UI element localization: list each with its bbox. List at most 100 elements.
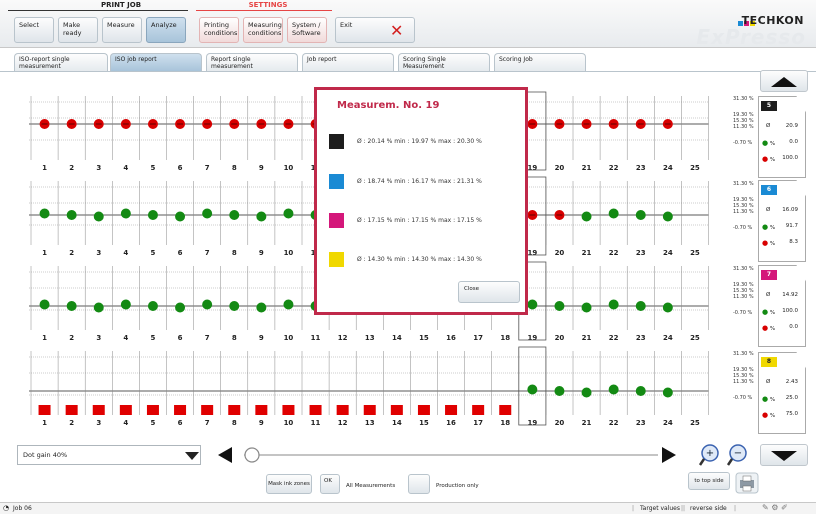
- tab-scoring-single[interactable]: Scoring Single Measurement: [398, 53, 490, 71]
- measurement-dot-green: [93, 302, 104, 313]
- tab-iso-report-single[interactable]: ISO-report single measurement: [14, 53, 108, 71]
- card-average-row: Ø 14.92: [762, 292, 804, 298]
- zone-number: 3: [96, 419, 101, 427]
- print-button[interactable]: [735, 472, 759, 494]
- measurement-dot-green: [175, 302, 186, 313]
- card-red-row: ● % 0.0: [762, 324, 804, 332]
- measurement-dot-green: [662, 302, 673, 313]
- zone-number: 2: [69, 334, 74, 342]
- zone-number: 20: [555, 164, 565, 172]
- zone-number: 10: [284, 164, 294, 172]
- chevron-down-icon[interactable]: [185, 452, 199, 460]
- select-button[interactable]: Select: [14, 17, 54, 43]
- measurement-bar-red: [336, 405, 349, 415]
- settings-group-line: [196, 10, 332, 11]
- pct-label: %: [769, 225, 776, 231]
- tab-scoring-job[interactable]: Scoring Job: [494, 53, 586, 71]
- average-label: Ø: [766, 379, 771, 385]
- zone-number: 23: [636, 419, 646, 427]
- zone-number: 19: [527, 249, 537, 257]
- zone-number: 24: [663, 419, 673, 427]
- zone-number: 4: [123, 164, 128, 172]
- card-green-row: ● % 91.7: [762, 223, 804, 231]
- zone-number: 13: [365, 334, 375, 342]
- zone-number: 5: [151, 419, 156, 427]
- slider-left-arrow-icon[interactable]: [218, 447, 232, 463]
- card-average-row: Ø 20.9: [762, 123, 804, 129]
- measurement-type-dropdown[interactable]: Dot gain 40%: [17, 445, 201, 465]
- zone-number: 8: [232, 249, 237, 257]
- measurement-bar-red: [119, 405, 132, 415]
- zone-number: 1: [42, 164, 47, 172]
- status-bar: ◔ Job 06 | Target values || reverse side…: [0, 502, 816, 514]
- device-icons: ✎ ⚙ ✐: [762, 503, 788, 512]
- ok-button[interactable]: OK: [320, 474, 340, 494]
- pct-label: %: [769, 413, 776, 419]
- printing-conditions-button[interactable]: Printing conditions: [199, 17, 239, 43]
- measurement-bar-red: [445, 405, 458, 415]
- position-slider[interactable]: [214, 444, 694, 466]
- zone-number: 21: [582, 334, 592, 342]
- close-button[interactable]: Close: [458, 281, 520, 303]
- zone-number: 8: [232, 419, 237, 427]
- scroll-down-button[interactable]: [760, 444, 808, 466]
- green-dot-icon: ●: [762, 139, 769, 147]
- pct-label: %: [769, 141, 776, 147]
- zone-number: 21: [582, 419, 592, 427]
- measurement-bar-red: [228, 405, 241, 415]
- card-color-badge: 6: [761, 185, 777, 195]
- measurement-dot-green: [608, 384, 619, 395]
- measurement-dot-green: [229, 301, 240, 311]
- measurement-dot-green: [608, 299, 619, 310]
- zone-number: 6: [178, 249, 183, 257]
- measurement-bar-red: [174, 405, 187, 415]
- analyze-button[interactable]: Analyze: [146, 17, 186, 43]
- zone-number: 7: [205, 249, 210, 257]
- tab-job-report[interactable]: Job report: [302, 53, 394, 71]
- zone-number: 7: [205, 164, 210, 172]
- zone-number: 6: [178, 334, 183, 342]
- zone-number: 14: [392, 419, 402, 427]
- production-only-label: Production only: [436, 483, 479, 489]
- zone-number: 8: [232, 334, 237, 342]
- zone-number: 22: [609, 249, 619, 257]
- slider-thumb[interactable]: [244, 447, 260, 463]
- scale-label: 11.30 %: [733, 124, 754, 130]
- measurement-bar-red: [201, 405, 214, 415]
- card-color-badge: 7: [761, 270, 777, 280]
- card-average-row: Ø 16.09: [762, 207, 804, 213]
- zone-number: 25: [690, 419, 700, 427]
- tab-iso-job-report[interactable]: ISO job report: [110, 53, 202, 71]
- pct-label: %: [769, 326, 776, 332]
- measurement-dot-green: [202, 208, 213, 219]
- production-only-toggle[interactable]: [408, 474, 430, 494]
- mask-ink-zones-button[interactable]: Mask ink zones: [266, 474, 312, 494]
- zoom-out-glyph: −: [734, 448, 742, 459]
- slider-right-arrow-icon[interactable]: [662, 447, 676, 463]
- make-ready-button[interactable]: Make ready: [58, 17, 98, 43]
- scale-label: 31.30 %: [733, 181, 754, 187]
- scale-label: 11.30 %: [733, 294, 754, 300]
- zone-number: 1: [42, 249, 47, 257]
- status-separator: |: [632, 505, 635, 512]
- zone-number: 16: [446, 419, 456, 427]
- zone-number: 4: [123, 419, 128, 427]
- zone-number: 12: [338, 334, 348, 342]
- card-green-row: ● % 100.0: [762, 308, 804, 316]
- measurement-dot-green: [229, 210, 240, 220]
- measure-button[interactable]: Measure: [102, 17, 142, 43]
- close-icon[interactable]: ✕: [390, 23, 403, 39]
- tab-report-single[interactable]: Report single measurement: [206, 53, 298, 71]
- measurement-bar-red: [282, 405, 295, 415]
- system-software-button[interactable]: System / Software: [287, 17, 327, 43]
- scale-label: 31.30 %: [733, 96, 754, 102]
- zone-number: 14: [392, 334, 402, 342]
- measurement-bar-red: [472, 405, 485, 415]
- popup-row-text: Ø : 18.74 % min : 16.17 % max : 21.31 %: [357, 178, 482, 185]
- to-top-side-button[interactable]: to top side: [688, 472, 730, 490]
- measuring-conditions-button[interactable]: Measuring conditions: [243, 17, 283, 43]
- zone-number: 20: [555, 419, 565, 427]
- zone-number: 16: [446, 334, 456, 342]
- measurement-dot-green: [256, 211, 267, 222]
- zone-number: 20: [555, 334, 565, 342]
